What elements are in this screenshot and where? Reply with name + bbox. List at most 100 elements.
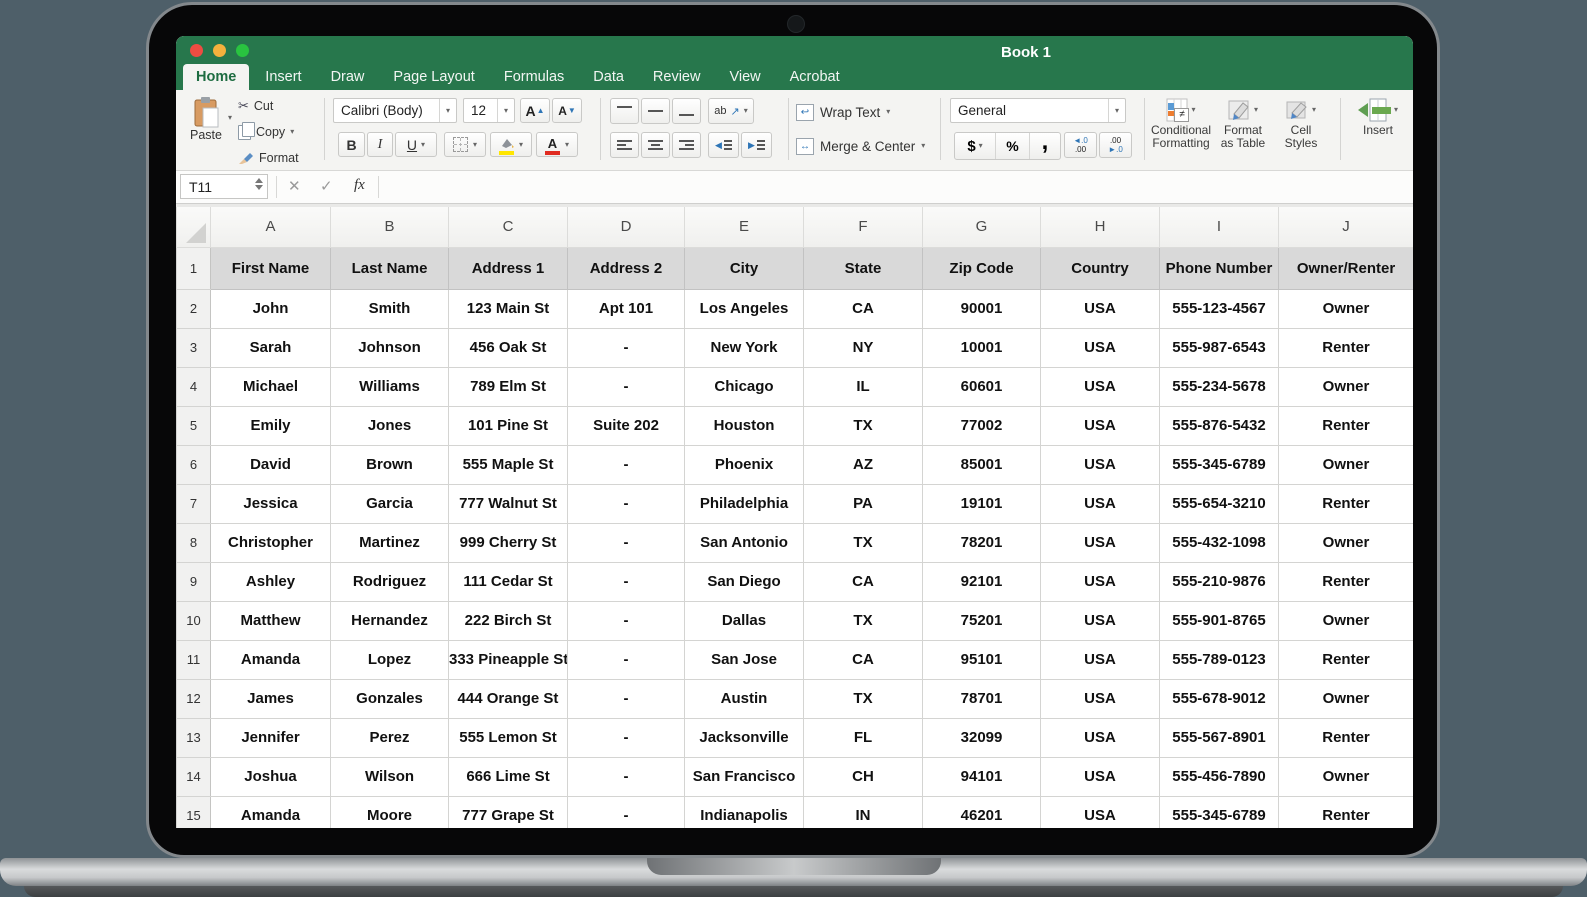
cell-A5[interactable]: Emily <box>211 406 331 445</box>
tab-review[interactable]: Review <box>640 64 714 90</box>
cell-H14[interactable]: USA <box>1041 757 1160 796</box>
row-header-4[interactable]: 4 <box>177 367 211 406</box>
name-box-stepper[interactable] <box>255 178 263 190</box>
number-format-dropdown-caret[interactable]: ▾ <box>1108 99 1125 122</box>
fill-color-button[interactable]: ▾ <box>490 132 532 157</box>
cell-D12[interactable]: - <box>568 679 685 718</box>
cell-G12[interactable]: 78701 <box>923 679 1041 718</box>
cell-H11[interactable]: USA <box>1041 640 1160 679</box>
cell-A12[interactable]: James <box>211 679 331 718</box>
number-format-combo[interactable]: General ▾ <box>950 98 1126 123</box>
cell-styles-button[interactable]: ▾ CellStyles <box>1274 96 1328 164</box>
cell-I1[interactable]: Phone Number <box>1160 247 1279 289</box>
borders-dropdown-caret[interactable]: ▾ <box>473 141 477 149</box>
cell-A11[interactable]: Amanda <box>211 640 331 679</box>
copy-button[interactable]: Copy ▾ <box>238 122 294 142</box>
row-header-11[interactable]: 11 <box>177 640 211 679</box>
cell-D9[interactable]: - <box>568 562 685 601</box>
row-header-10[interactable]: 10 <box>177 601 211 640</box>
decrease-indent-button[interactable]: ◀ <box>708 132 739 158</box>
cell-C9[interactable]: 111 Cedar St <box>449 562 568 601</box>
cell-D3[interactable]: - <box>568 328 685 367</box>
cell-B5[interactable]: Jones <box>331 406 449 445</box>
cell-B10[interactable]: Hernandez <box>331 601 449 640</box>
cell-C10[interactable]: 222 Birch St <box>449 601 568 640</box>
zoom-window-button[interactable] <box>236 44 249 57</box>
cell-G2[interactable]: 90001 <box>923 289 1041 328</box>
copy-dropdown-caret[interactable]: ▾ <box>290 128 294 136</box>
cell-A8[interactable]: Christopher <box>211 523 331 562</box>
cell-C14[interactable]: 666 Lime St <box>449 757 568 796</box>
bold-button[interactable]: B <box>338 132 365 157</box>
cell-G9[interactable]: 92101 <box>923 562 1041 601</box>
cell-B9[interactable]: Rodriguez <box>331 562 449 601</box>
cell-C5[interactable]: 101 Pine St <box>449 406 568 445</box>
cell-F8[interactable]: TX <box>804 523 923 562</box>
cell-D4[interactable]: - <box>568 367 685 406</box>
wrap-text-button[interactable]: ↩ Wrap Text ▾ <box>796 101 890 123</box>
format-painter-button[interactable]: Format <box>238 148 299 168</box>
cell-I6[interactable]: 555-345-6789 <box>1160 445 1279 484</box>
cell-J15[interactable]: Renter <box>1279 796 1414 828</box>
cell-A13[interactable]: Jennifer <box>211 718 331 757</box>
cell-J7[interactable]: Renter <box>1279 484 1414 523</box>
cell-styles-caret[interactable]: ▾ <box>1312 106 1316 114</box>
shrink-font-button[interactable]: A▼ <box>552 98 582 123</box>
row-header-3[interactable]: 3 <box>177 328 211 367</box>
close-window-button[interactable] <box>190 44 203 57</box>
conditional-formatting-caret[interactable]: ▾ <box>1191 106 1195 114</box>
cell-B11[interactable]: Lopez <box>331 640 449 679</box>
cell-J12[interactable]: Owner <box>1279 679 1414 718</box>
cell-C6[interactable]: 555 Maple St <box>449 445 568 484</box>
cell-J6[interactable]: Owner <box>1279 445 1414 484</box>
tab-view[interactable]: View <box>716 64 773 90</box>
tab-draw[interactable]: Draw <box>318 64 378 90</box>
insert-function-button[interactable]: fx <box>354 177 365 194</box>
font-color-dropdown-caret[interactable]: ▾ <box>565 141 569 149</box>
cell-F1[interactable]: State <box>804 247 923 289</box>
cell-G6[interactable]: 85001 <box>923 445 1041 484</box>
row-header-5[interactable]: 5 <box>177 406 211 445</box>
cell-E13[interactable]: Jacksonville <box>685 718 804 757</box>
cell-E4[interactable]: Chicago <box>685 367 804 406</box>
cell-G15[interactable]: 46201 <box>923 796 1041 828</box>
cell-F9[interactable]: CA <box>804 562 923 601</box>
cell-C2[interactable]: 123 Main St <box>449 289 568 328</box>
cell-G7[interactable]: 19101 <box>923 484 1041 523</box>
format-as-table-button[interactable]: ▾ Formatas Table <box>1214 96 1272 164</box>
col-header-H[interactable]: H <box>1041 207 1160 247</box>
cell-B6[interactable]: Brown <box>331 445 449 484</box>
row-header-1[interactable]: 1 <box>177 247 211 289</box>
select-all-corner[interactable] <box>177 207 211 247</box>
cell-E15[interactable]: Indianapolis <box>685 796 804 828</box>
row-header-12[interactable]: 12 <box>177 679 211 718</box>
cell-D14[interactable]: - <box>568 757 685 796</box>
cell-B13[interactable]: Perez <box>331 718 449 757</box>
cell-E14[interactable]: San Francisco <box>685 757 804 796</box>
cell-H8[interactable]: USA <box>1041 523 1160 562</box>
cell-I14[interactable]: 555-456-7890 <box>1160 757 1279 796</box>
cell-B4[interactable]: Williams <box>331 367 449 406</box>
cell-F5[interactable]: TX <box>804 406 923 445</box>
col-header-A[interactable]: A <box>211 207 331 247</box>
cell-A7[interactable]: Jessica <box>211 484 331 523</box>
cell-I13[interactable]: 555-567-8901 <box>1160 718 1279 757</box>
fill-color-dropdown-caret[interactable]: ▾ <box>519 141 523 149</box>
cell-A2[interactable]: John <box>211 289 331 328</box>
cell-D5[interactable]: Suite 202 <box>568 406 685 445</box>
paste-button[interactable]: Paste <box>186 96 226 162</box>
cell-J5[interactable]: Renter <box>1279 406 1414 445</box>
cell-F3[interactable]: NY <box>804 328 923 367</box>
align-top-button[interactable] <box>610 98 639 124</box>
cell-F6[interactable]: AZ <box>804 445 923 484</box>
cell-A6[interactable]: David <box>211 445 331 484</box>
cell-E7[interactable]: Philadelphia <box>685 484 804 523</box>
align-center-button[interactable] <box>641 132 670 158</box>
tab-formulas[interactable]: Formulas <box>491 64 577 90</box>
cell-J1[interactable]: Owner/Renter <box>1279 247 1414 289</box>
cell-H2[interactable]: USA <box>1041 289 1160 328</box>
cell-E12[interactable]: Austin <box>685 679 804 718</box>
font-name-combo[interactable]: Calibri (Body) ▾ <box>333 98 457 123</box>
font-name-dropdown-caret[interactable]: ▾ <box>439 99 456 122</box>
cell-J11[interactable]: Renter <box>1279 640 1414 679</box>
